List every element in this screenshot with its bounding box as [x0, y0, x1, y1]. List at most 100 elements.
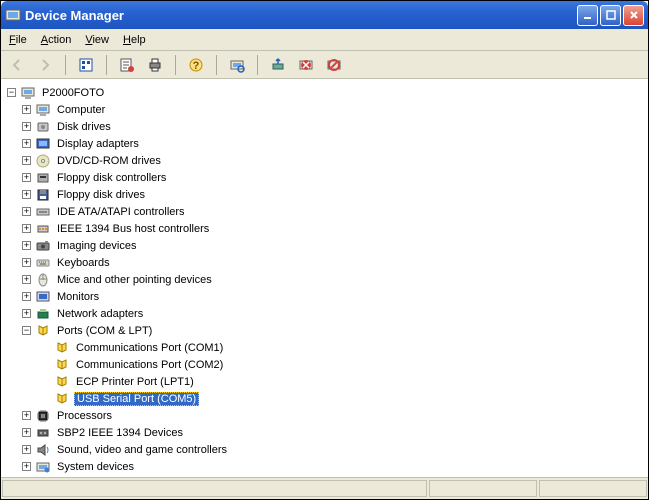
device-label[interactable]: Communications Port (COM1)	[74, 342, 225, 354]
category-label[interactable]: System devices	[55, 461, 136, 473]
root-label[interactable]: P2000FOTO	[40, 87, 106, 99]
sbp2-icon	[35, 425, 51, 441]
category-label[interactable]: IEEE 1394 Bus host controllers	[55, 223, 211, 235]
category-label[interactable]: Imaging devices	[55, 240, 139, 252]
computer-icon	[20, 85, 36, 101]
category-node[interactable]: + Monitors	[22, 288, 642, 305]
floppy-icon	[35, 187, 51, 203]
port-icon	[54, 357, 70, 373]
category-label[interactable]: Monitors	[55, 291, 101, 303]
device-node[interactable]: Communications Port (COM2)	[41, 356, 642, 373]
category-label[interactable]: Keyboards	[55, 257, 112, 269]
expand-toggle[interactable]: +	[22, 207, 31, 216]
category-label[interactable]: Display adapters	[55, 138, 141, 150]
category-node[interactable]: + Imaging devices	[22, 237, 642, 254]
expand-toggle[interactable]: +	[22, 156, 31, 165]
view-icon[interactable]	[76, 55, 96, 75]
update-driver-icon[interactable]	[268, 55, 288, 75]
category-node[interactable]: + Floppy disk drives	[22, 186, 642, 203]
sound-icon	[35, 442, 51, 458]
menu-bar: File Action View Help	[1, 29, 648, 51]
category-label[interactable]: Sound, video and game controllers	[55, 444, 229, 456]
category-node[interactable]: + IEEE 1394 Bus host controllers	[22, 220, 642, 237]
category-label[interactable]: Network adapters	[55, 308, 145, 320]
category-node[interactable]: + Keyboards	[22, 254, 642, 271]
menu-help[interactable]: Help	[123, 34, 146, 46]
category-label[interactable]: DVD/CD-ROM drives	[55, 155, 163, 167]
category-node[interactable]: + Processors	[22, 407, 642, 424]
window-buttons	[577, 5, 644, 26]
window-title: Device Manager	[25, 8, 577, 23]
tree-view[interactable]: − P2000FOTO + Computer + Disk drives + Displa…	[1, 79, 648, 477]
category-node[interactable]: + IDE ATA/ATAPI controllers	[22, 203, 642, 220]
category-node[interactable]: + Sound, video and game controllers	[22, 441, 642, 458]
port-icon	[54, 374, 70, 390]
menu-action[interactable]: Action	[41, 34, 72, 46]
expand-toggle[interactable]: +	[22, 411, 31, 420]
category-label[interactable]: Computer	[55, 104, 107, 116]
status-pane-2	[429, 480, 537, 497]
scan-hardware-icon[interactable]	[227, 55, 247, 75]
category-label[interactable]: SBP2 IEEE 1394 Devices	[55, 427, 185, 439]
expand-toggle[interactable]: +	[22, 190, 31, 199]
menu-file[interactable]: File	[9, 34, 27, 46]
category-node[interactable]: + Network adapters	[22, 305, 642, 322]
uninstall-icon[interactable]	[296, 55, 316, 75]
expand-toggle[interactable]: +	[22, 275, 31, 284]
computer-icon	[35, 102, 51, 118]
expand-toggle[interactable]: −	[7, 88, 16, 97]
category-label[interactable]: IDE ATA/ATAPI controllers	[55, 206, 187, 218]
category-label[interactable]: Mice and other pointing devices	[55, 274, 214, 286]
disable-icon[interactable]	[324, 55, 344, 75]
expand-toggle[interactable]: −	[22, 326, 31, 335]
category-node[interactable]: + Computer	[22, 101, 642, 118]
category-node[interactable]: + DVD/CD-ROM drives	[22, 152, 642, 169]
expand-toggle[interactable]: +	[22, 224, 31, 233]
device-node[interactable]: USB Serial Port (COM5)	[41, 390, 642, 407]
category-label[interactable]: Floppy disk drives	[55, 189, 147, 201]
device-node[interactable]: Communications Port (COM1)	[41, 339, 642, 356]
category-label[interactable]: Disk drives	[55, 121, 113, 133]
device-label[interactable]: USB Serial Port (COM5)	[74, 392, 199, 406]
toolbar: ?	[1, 51, 648, 79]
imaging-icon	[35, 238, 51, 254]
expand-toggle[interactable]: +	[22, 428, 31, 437]
expand-toggle[interactable]: +	[22, 241, 31, 250]
expand-toggle[interactable]: +	[22, 292, 31, 301]
print-icon[interactable]	[145, 55, 165, 75]
menu-view[interactable]: View	[85, 34, 109, 46]
expand-toggle[interactable]: +	[22, 173, 31, 182]
system-icon	[35, 459, 51, 475]
help-icon[interactable]: ?	[186, 55, 206, 75]
keyboard-icon	[35, 255, 51, 271]
minimize-button[interactable]	[577, 5, 598, 26]
expand-toggle[interactable]: +	[22, 139, 31, 148]
category-node[interactable]: − Ports (COM & LPT)	[22, 322, 642, 339]
category-label[interactable]: Ports (COM & LPT)	[55, 325, 154, 337]
category-label[interactable]: Processors	[55, 410, 114, 422]
category-node[interactable]: + System devices	[22, 458, 642, 475]
properties-icon[interactable]	[117, 55, 137, 75]
expand-toggle[interactable]: +	[22, 122, 31, 131]
category-node[interactable]: + Display adapters	[22, 135, 642, 152]
category-label[interactable]: Floppy disk controllers	[55, 172, 168, 184]
category-node[interactable]: + Mice and other pointing devices	[22, 271, 642, 288]
expand-toggle[interactable]: +	[22, 258, 31, 267]
device-node[interactable]: ECP Printer Port (LPT1)	[41, 373, 642, 390]
separator	[175, 55, 176, 75]
expand-toggle[interactable]: +	[22, 309, 31, 318]
expand-toggle[interactable]: +	[22, 462, 31, 471]
category-node[interactable]: + Floppy disk controllers	[22, 169, 642, 186]
monitor-icon	[35, 289, 51, 305]
maximize-button[interactable]	[600, 5, 621, 26]
category-node[interactable]: + Disk drives	[22, 118, 642, 135]
device-label[interactable]: ECP Printer Port (LPT1)	[74, 376, 196, 388]
category-node[interactable]: + SBP2 IEEE 1394 Devices	[22, 424, 642, 441]
root-node[interactable]: − P2000FOTO	[7, 84, 642, 101]
separator	[65, 55, 66, 75]
ieee1394-icon	[35, 221, 51, 237]
expand-toggle[interactable]: +	[22, 105, 31, 114]
expand-toggle[interactable]: +	[22, 445, 31, 454]
device-label[interactable]: Communications Port (COM2)	[74, 359, 225, 371]
close-button[interactable]	[623, 5, 644, 26]
